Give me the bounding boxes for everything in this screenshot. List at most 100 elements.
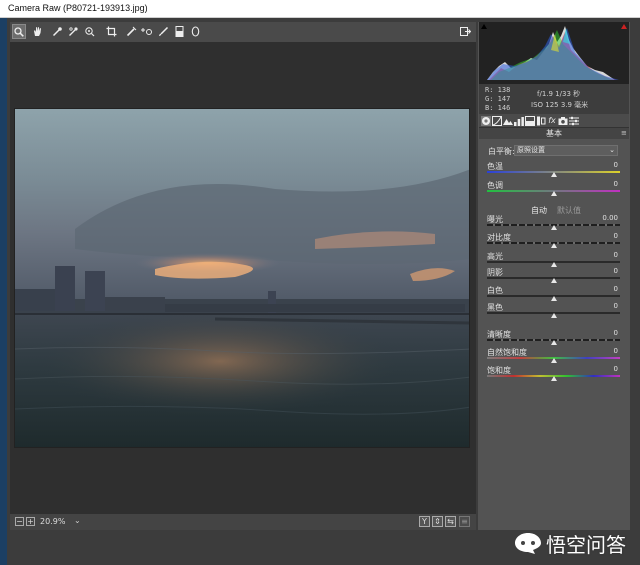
slider-row: 高光 0 <box>487 251 620 268</box>
slider-value-field[interactable]: 0.00 <box>602 214 618 222</box>
tab-detail[interactable] <box>503 116 513 126</box>
white-balance-select[interactable]: 原照设置 ⌄ <box>514 145 618 156</box>
targeted-adjustment-tool[interactable] <box>82 24 96 39</box>
slider-thumb[interactable] <box>550 358 557 363</box>
slider-row: 饱和度 0 <box>487 365 620 382</box>
sliders-icon <box>569 116 579 126</box>
shadow-clipping-warning[interactable] <box>481 24 487 29</box>
copy-settings-button[interactable]: ⇆ <box>445 516 456 527</box>
white-balance-tool[interactable] <box>50 24 64 39</box>
tab-lens-corrections[interactable] <box>536 116 546 126</box>
slider-value-field[interactable]: 0 <box>614 329 618 337</box>
slider-thumb[interactable] <box>550 340 557 345</box>
color-sampler-tool[interactable] <box>66 24 80 39</box>
slider-value-field[interactable]: 0 <box>614 180 618 188</box>
histogram <box>479 22 629 84</box>
zoom-bar: − + 20.9% ⌄ Y ⇕ ⇆ ≡ <box>10 514 476 530</box>
red-eye-icon <box>141 28 152 35</box>
histogram-graph <box>487 26 619 80</box>
slider-thumb[interactable] <box>550 278 557 283</box>
before-after-view-button[interactable]: Y <box>419 516 430 527</box>
slider-thumb[interactable] <box>550 243 557 248</box>
tab-basic[interactable] <box>481 116 491 126</box>
slider-value-field[interactable]: 0 <box>614 267 618 275</box>
panel-tabs: fx <box>479 114 629 128</box>
slider-thumb[interactable] <box>550 376 557 381</box>
slider-row: 阴影 0 <box>487 267 620 284</box>
open-preferences-button[interactable] <box>458 24 472 39</box>
slider-row: 白色 0 <box>487 285 620 302</box>
window-title: Camera Raw (P80721-193913.jpg) <box>8 3 148 13</box>
zoom-tool[interactable] <box>12 24 26 39</box>
slider-value-field[interactable]: 0 <box>614 302 618 310</box>
info-readout: R: 138 G: 147 B: 146 f/1.9 1/33 秒 ISO 12… <box>479 84 629 114</box>
spot-removal-tool[interactable] <box>124 24 138 39</box>
tab-split-toning[interactable] <box>525 116 535 126</box>
aperture-icon <box>482 117 490 125</box>
export-icon <box>459 27 471 36</box>
camera-icon <box>558 117 568 125</box>
slider-thumb[interactable] <box>550 172 557 177</box>
mountains-icon <box>503 119 513 125</box>
slider-thumb[interactable] <box>550 225 557 230</box>
chat-bubble-logo-icon <box>515 533 541 554</box>
healing-brush-icon <box>126 26 136 37</box>
slider-value-field[interactable]: 0 <box>614 232 618 240</box>
chevron-down-icon: ⌄ <box>609 146 615 154</box>
target-icon <box>84 27 94 37</box>
sunset-river-photo <box>15 109 469 447</box>
green-value: G: 147 <box>485 95 511 103</box>
zoom-out-button[interactable]: − <box>15 517 24 526</box>
tab-hsl[interactable] <box>514 116 524 126</box>
toolbar <box>10 22 476 42</box>
highlight-clipping-warning[interactable] <box>621 24 627 29</box>
zoom-in-button[interactable]: + <box>26 517 35 526</box>
radial-filter-icon <box>191 26 199 37</box>
white-balance-label: 白平衡: <box>488 147 515 156</box>
radial-filter-tool[interactable] <box>188 24 202 39</box>
magnifier-icon <box>14 26 24 37</box>
crop-tool[interactable] <box>104 24 118 39</box>
crop-icon <box>106 26 116 37</box>
photo-preview[interactable] <box>14 108 470 448</box>
slider-row: 清晰度 0 <box>487 329 620 346</box>
slider-thumb[interactable] <box>550 313 557 318</box>
adjustment-brush-tool[interactable] <box>156 24 170 39</box>
slider-row: 黑色 0 <box>487 302 620 319</box>
iso-focal-length: ISO 125 3.9 毫米 <box>531 101 589 109</box>
curve-icon <box>492 116 502 126</box>
eyedropper-icon <box>52 27 62 37</box>
aperture-shutter: f/1.9 1/33 秒 <box>537 90 581 98</box>
slider-value-field[interactable]: 0 <box>614 347 618 355</box>
slider-value-field[interactable]: 0 <box>614 285 618 293</box>
toggle-settings-button[interactable]: ≡ <box>459 516 470 527</box>
swap-settings-button[interactable]: ⇕ <box>432 516 443 527</box>
slider-value-field[interactable]: 0 <box>614 161 618 169</box>
zoom-dropdown-icon[interactable]: ⌄ <box>74 516 81 525</box>
slider-row: 对比度 0 <box>487 232 620 249</box>
panel-menu-icon[interactable]: ≡ <box>621 130 628 137</box>
graduated-filter-tool[interactable] <box>172 24 186 39</box>
slider-value-field[interactable]: 0 <box>614 251 618 259</box>
slider-row: 自然饱和度 0 <box>487 347 620 364</box>
tab-camera-calibration[interactable] <box>558 116 568 126</box>
slider-row: 曝光 0.00 <box>487 214 620 231</box>
red-value: R: 138 <box>485 86 511 94</box>
slider-thumb[interactable] <box>550 296 557 301</box>
desktop-edge <box>0 18 7 565</box>
tab-presets[interactable] <box>569 116 579 126</box>
split-toning-icon <box>525 116 535 126</box>
hand-icon <box>33 27 41 36</box>
slider-value-field[interactable]: 0 <box>614 365 618 373</box>
bars-icon <box>514 117 524 126</box>
slider-row: 色调 0 <box>487 180 620 197</box>
tab-tone-curve[interactable] <box>492 116 502 126</box>
brush-icon <box>158 26 168 36</box>
hand-tool[interactable] <box>30 24 44 39</box>
panel-title: 基本 <box>479 128 629 139</box>
watermark: 悟空问答 <box>514 528 626 558</box>
tab-effects[interactable]: fx <box>547 116 557 126</box>
slider-thumb[interactable] <box>550 191 557 196</box>
fx-icon: fx <box>548 116 556 125</box>
red-eye-tool[interactable] <box>140 24 154 39</box>
